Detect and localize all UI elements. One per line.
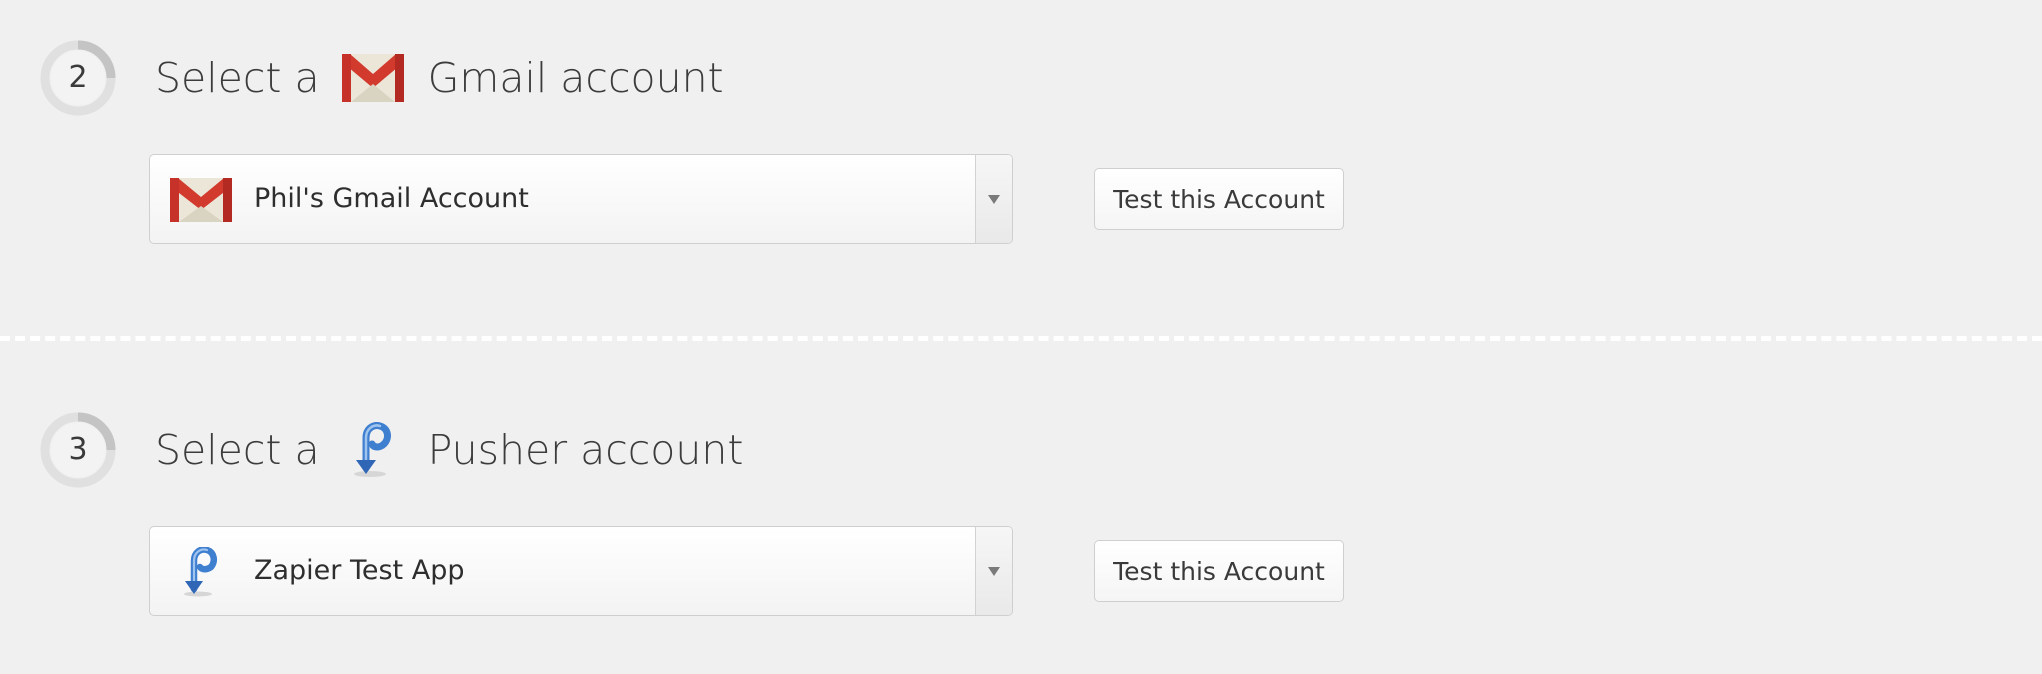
section-divider [0, 336, 2042, 341]
step-title-suffix: Pusher account [427, 426, 744, 474]
gmail-account-select[interactable]: Phil's Gmail Account [149, 154, 1013, 244]
test-gmail-account-button[interactable]: Test this Account [1094, 168, 1344, 230]
step-title: Select a Pusher account [155, 420, 743, 480]
pusher-account-select[interactable]: Zapier Test App [149, 526, 1013, 616]
step-gmail-account: 2 Select a Gmail account Phil's Gmail Ac… [0, 0, 2042, 300]
test-pusher-account-button[interactable]: Test this Account [1094, 540, 1344, 602]
dropdown-toggle[interactable] [975, 155, 1012, 243]
gmail-icon [340, 50, 406, 106]
chevron-down-icon [988, 567, 1000, 576]
step-pusher-account: 3 Select a Pusher account Zapier Test Ap… [0, 372, 2042, 672]
pusher-icon [340, 422, 406, 478]
gmail-icon [168, 175, 234, 225]
chevron-down-icon [988, 195, 1000, 204]
step-title-prefix: Select a [155, 54, 320, 102]
step-title: Select a Gmail account [155, 48, 724, 108]
pusher-icon [168, 547, 234, 597]
step-title-prefix: Select a [155, 426, 320, 474]
selected-account-label: Phil's Gmail Account [254, 183, 529, 214]
selected-account-label: Zapier Test App [254, 555, 465, 586]
step-number: 3 [68, 432, 88, 467]
step-number: 2 [68, 60, 88, 95]
step-title-suffix: Gmail account [427, 54, 724, 102]
dropdown-toggle[interactable] [975, 527, 1012, 615]
